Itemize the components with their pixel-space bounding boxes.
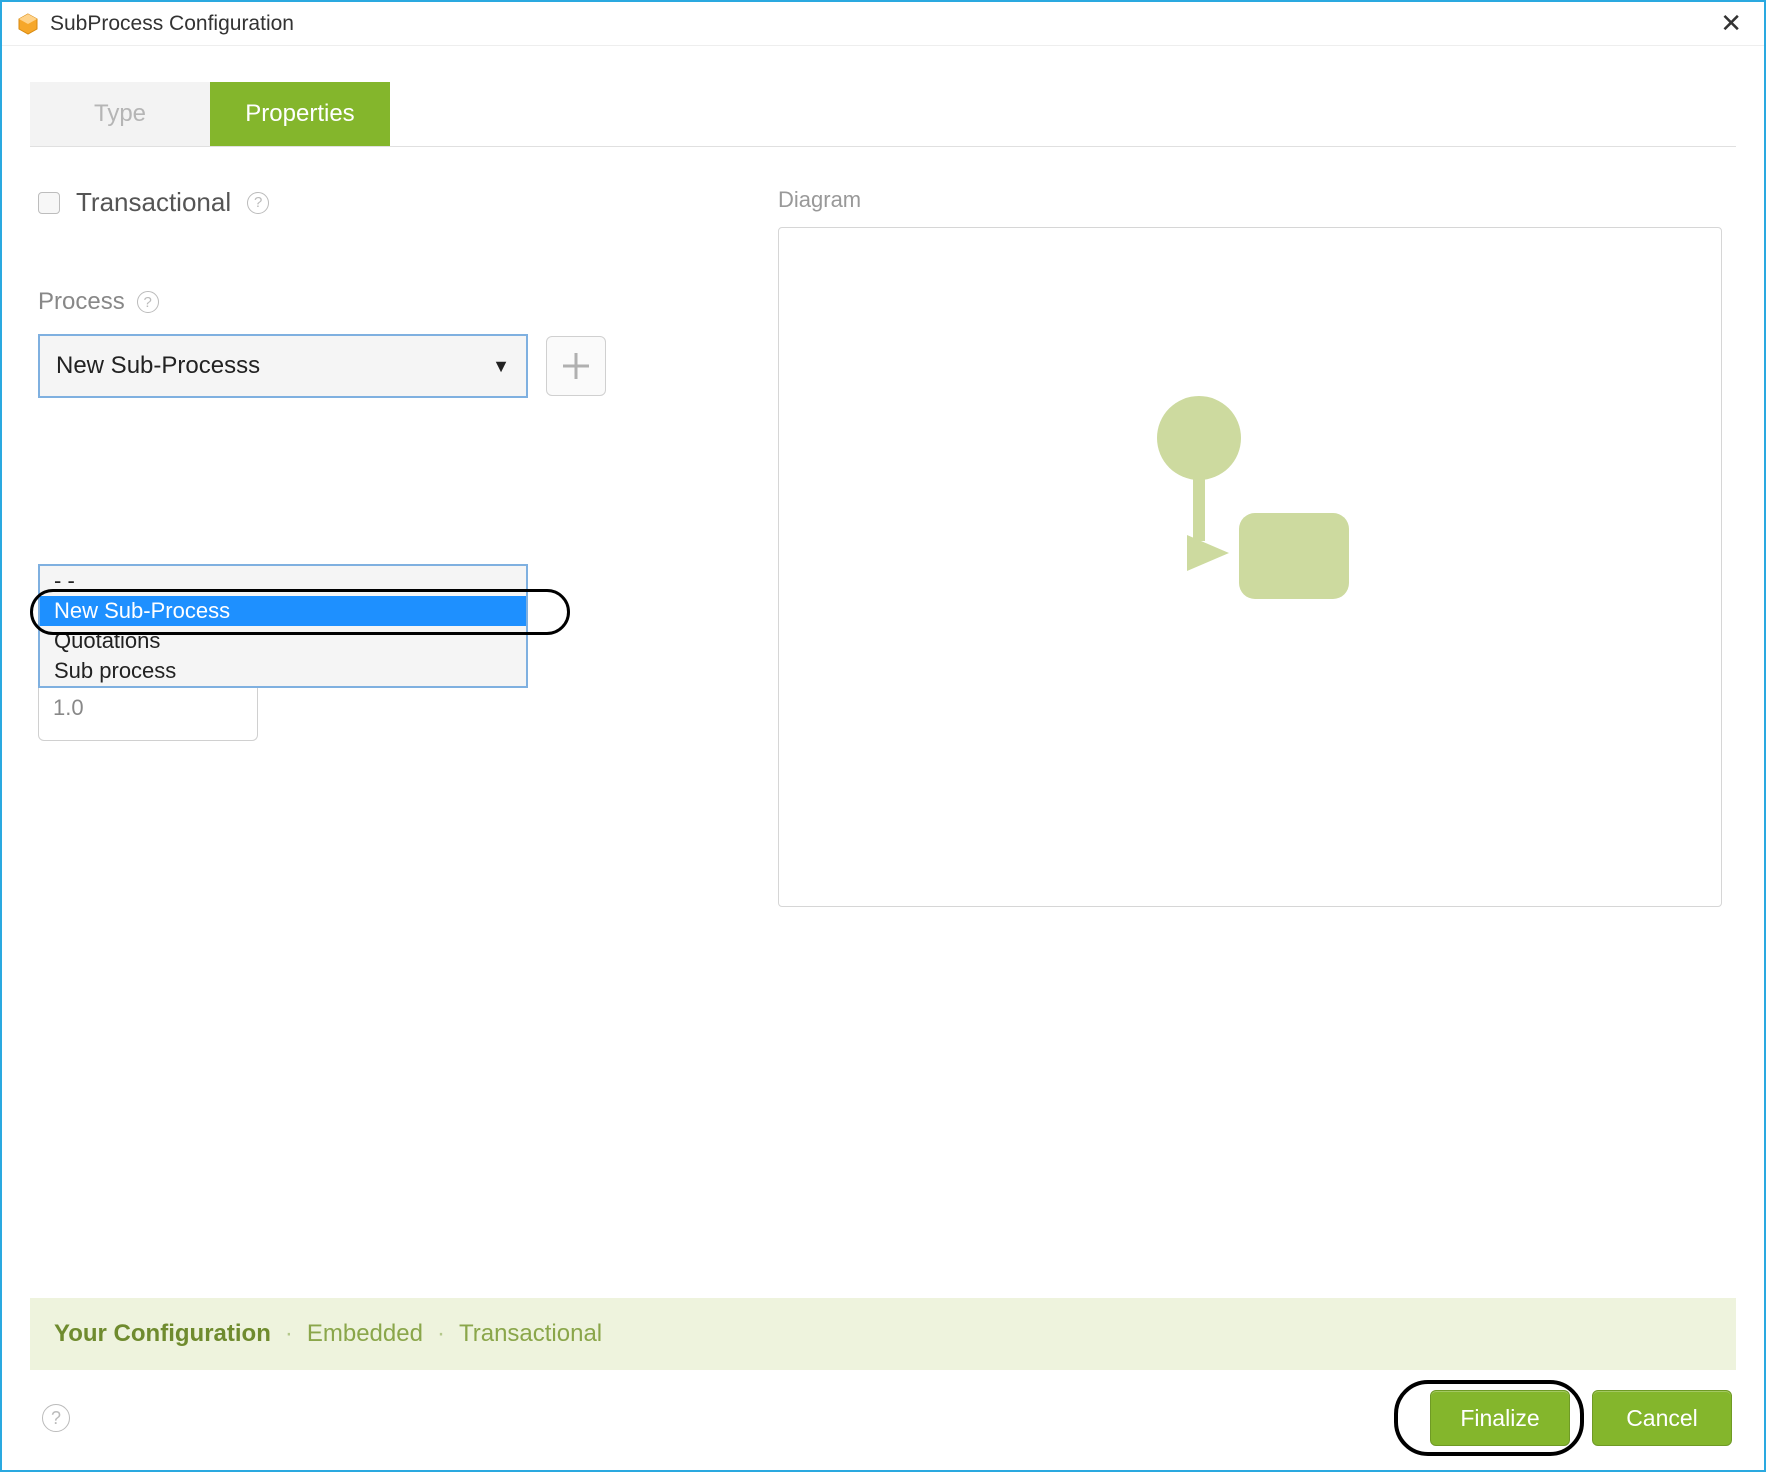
help-icon[interactable]: ? xyxy=(137,291,159,313)
finalize-highlight-wrap: Finalize xyxy=(1408,1390,1570,1446)
plus-icon xyxy=(559,349,593,383)
titlebar: SubProcess Configuration ✕ xyxy=(2,2,1764,46)
configuration-summary-bar: Your Configuration · Embedded · Transact… xyxy=(30,1298,1736,1370)
help-icon[interactable]: ? xyxy=(247,192,269,214)
process-option[interactable]: - - xyxy=(40,566,526,596)
process-select-value: New Sub-Processs xyxy=(56,352,260,380)
summary-value: Embedded xyxy=(307,1320,423,1348)
summary-lead: Your Configuration xyxy=(54,1320,271,1348)
diagram-canvas xyxy=(778,227,1722,907)
app-icon xyxy=(16,12,40,36)
cancel-button[interactable]: Cancel xyxy=(1592,1390,1732,1446)
process-option[interactable]: Sub process xyxy=(40,656,526,686)
summary-sep: · xyxy=(437,1320,445,1348)
process-label: Process xyxy=(38,288,125,316)
diagram-icon xyxy=(1149,393,1369,603)
transactional-label: Transactional xyxy=(76,187,231,218)
help-icon[interactable]: ? xyxy=(42,1404,70,1432)
form-panel: Transactional ? Process ? New Sub-Proces… xyxy=(38,187,738,1298)
content-area: Transactional ? Process ? New Sub-Proces… xyxy=(2,147,1764,1298)
summary-sep: · xyxy=(285,1320,293,1348)
tab-type[interactable]: Type xyxy=(30,82,210,146)
dialog-button-row: ? Finalize Cancel xyxy=(2,1370,1764,1470)
process-select[interactable]: New Sub-Processs ▼ xyxy=(38,334,528,398)
transactional-checkbox[interactable] xyxy=(38,192,60,214)
process-option[interactable]: Quotations xyxy=(40,626,526,656)
process-option[interactable]: New Sub-Process xyxy=(40,596,526,626)
process-label-row: Process ? xyxy=(38,288,738,316)
version-field-partial[interactable]: 1.0 xyxy=(38,687,258,741)
tab-bar: Type Properties xyxy=(30,82,1736,147)
add-process-button[interactable] xyxy=(546,336,606,396)
process-select-row: New Sub-Processs ▼ xyxy=(38,334,738,398)
window-title: SubProcess Configuration xyxy=(50,12,1712,36)
close-icon[interactable]: ✕ xyxy=(1712,8,1750,39)
transactional-row: Transactional ? xyxy=(38,187,738,218)
diagram-panel: Diagram xyxy=(778,187,1728,1298)
process-dropdown-list: - - New Sub-Process Quotations Sub proce… xyxy=(38,564,528,688)
finalize-button[interactable]: Finalize xyxy=(1430,1390,1570,1446)
summary-value: Transactional xyxy=(459,1320,602,1348)
diagram-label: Diagram xyxy=(778,187,1728,213)
tab-properties[interactable]: Properties xyxy=(210,82,390,146)
dialog-window: SubProcess Configuration ✕ Type Properti… xyxy=(0,0,1766,1472)
chevron-down-icon: ▼ xyxy=(492,356,510,377)
